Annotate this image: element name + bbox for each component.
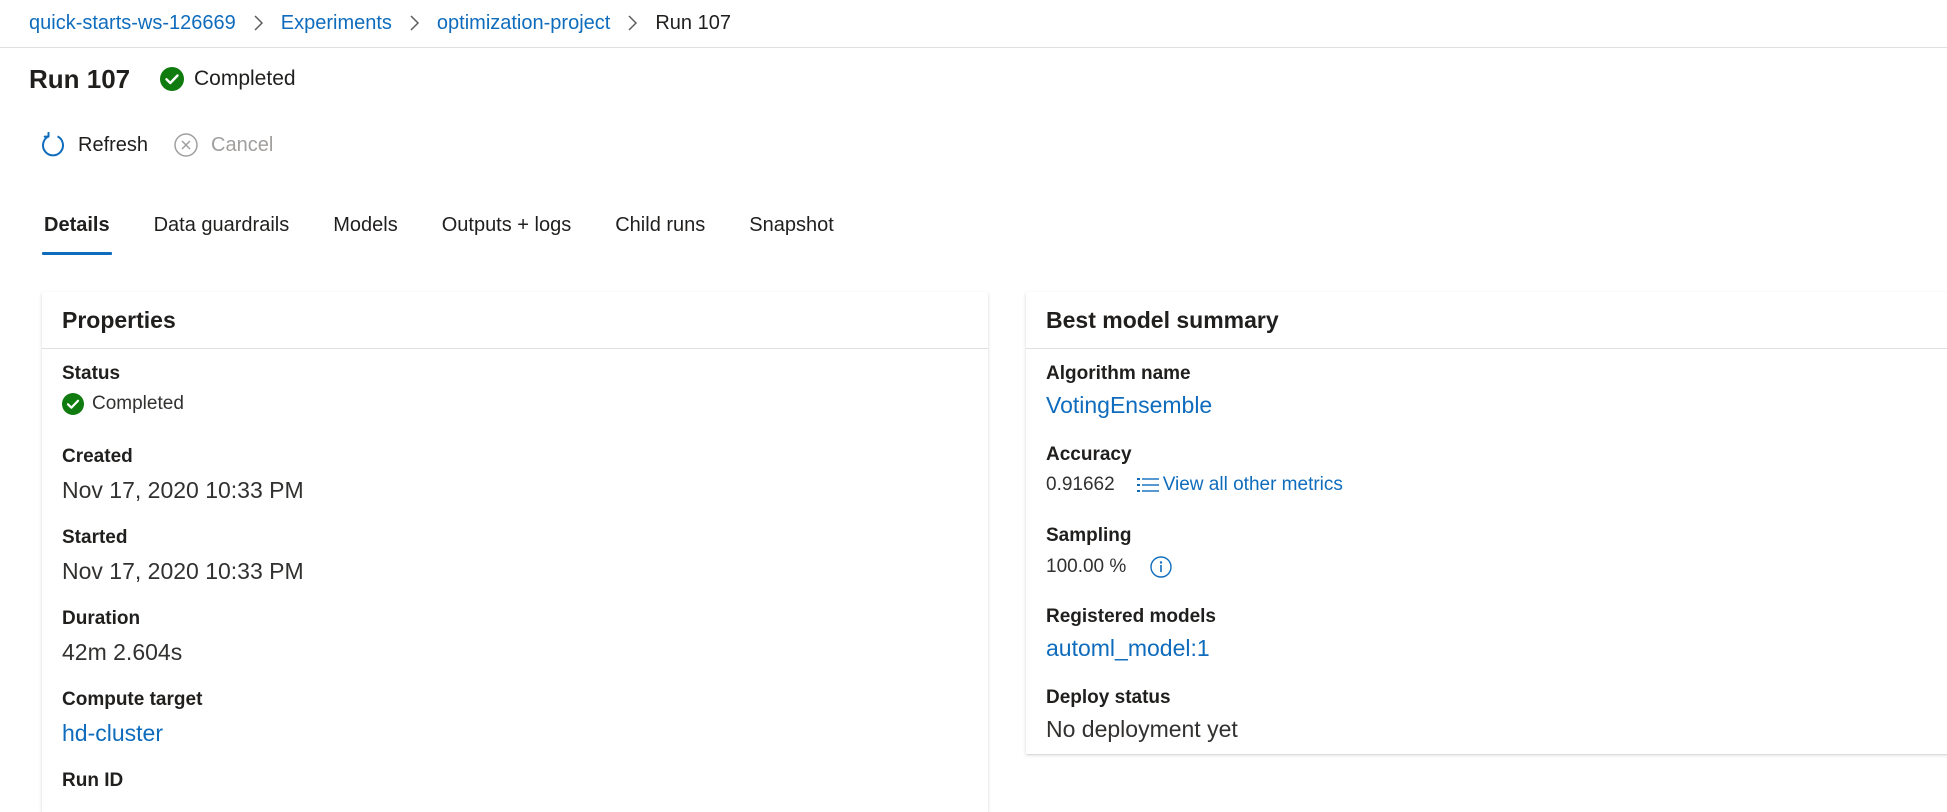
accuracy-row: 0.91662 View all other metrics <box>1046 474 1343 496</box>
deploy-status-label: Deploy status <box>1046 687 1171 708</box>
breadcrumb-experiments[interactable]: Experiments <box>281 12 392 35</box>
sampling-label: Sampling <box>1046 525 1132 546</box>
cancel-button[interactable]: Cancel <box>173 132 273 158</box>
sampling-value: 100.00 % <box>1046 556 1127 577</box>
properties-card: Properties Status Completed Created Nov … <box>42 292 988 812</box>
breadcrumb-workspace[interactable]: quick-starts-ws-126669 <box>29 12 236 35</box>
started-value: Nov 17, 2020 10:33 PM <box>62 558 304 584</box>
status-label: Status <box>62 363 121 384</box>
sampling-field: Sampling 100.00 % <box>1046 525 1172 578</box>
tab-outputs-logs[interactable]: Outputs + logs <box>442 214 572 255</box>
best-model-summary-card: Best model summary Algorithm name Voting… <box>1026 292 1947 754</box>
duration-value: 42m 2.604s <box>62 639 183 665</box>
check-circle-icon <box>160 67 184 91</box>
breadcrumb-current-run: Run 107 <box>655 11 731 34</box>
page-title: Run 107 <box>29 64 131 94</box>
view-metrics-link[interactable]: View all other metrics <box>1136 474 1343 496</box>
deploy-status-field: Deploy status No deployment yet <box>1046 687 1238 743</box>
algorithm-label: Algorithm name <box>1046 363 1191 384</box>
status-text: Completed <box>92 393 184 414</box>
tab-snapshot[interactable]: Snapshot <box>749 214 834 255</box>
accuracy-value: 0.91662 <box>1046 474 1115 495</box>
best-model-title: Best model summary <box>1026 292 1947 349</box>
accuracy-label: Accuracy <box>1046 444 1132 465</box>
run-tabs: Details Data guardrails Models Outputs +… <box>42 214 878 255</box>
tab-child-runs[interactable]: Child runs <box>615 214 705 255</box>
run-status-badge: Completed <box>160 67 296 91</box>
created-value: Nov 17, 2020 10:33 PM <box>62 477 304 503</box>
deploy-status-value: No deployment yet <box>1046 716 1238 742</box>
accuracy-field: Accuracy 0.91662 View all other metrics <box>1046 444 1343 496</box>
cancel-label: Cancel <box>211 133 274 156</box>
tab-models[interactable]: Models <box>333 214 397 255</box>
breadcrumb: quick-starts-ws-126669 Experiments optim… <box>29 9 731 37</box>
cancel-circle-icon <box>173 132 199 158</box>
info-icon[interactable] <box>1150 556 1172 578</box>
status-value: Completed <box>62 393 184 415</box>
tab-details[interactable]: Details <box>42 214 112 255</box>
list-icon <box>1136 477 1159 493</box>
registered-model-link[interactable]: automl_model:1 <box>1046 635 1216 662</box>
status-field: Status Completed <box>62 363 184 415</box>
breadcrumb-experiment[interactable]: optimization-project <box>437 12 610 35</box>
chevron-right-icon <box>409 15 420 31</box>
registered-models-field: Registered models automl_model:1 <box>1046 606 1216 662</box>
created-field: Created Nov 17, 2020 10:33 PM <box>62 446 304 504</box>
started-label: Started <box>62 527 128 548</box>
run-status-label: Completed <box>194 67 296 90</box>
check-circle-icon <box>62 393 84 415</box>
view-metrics-label: View all other metrics <box>1162 474 1343 495</box>
sampling-row: 100.00 % <box>1046 556 1172 578</box>
algorithm-link[interactable]: VotingEnsemble <box>1046 392 1212 419</box>
duration-label: Duration <box>62 608 141 629</box>
registered-models-label: Registered models <box>1046 606 1216 627</box>
properties-title: Properties <box>42 292 988 349</box>
algorithm-field: Algorithm name VotingEnsemble <box>1046 363 1212 419</box>
compute-target-field: Compute target hd-cluster <box>62 689 202 747</box>
header-divider <box>0 47 1947 48</box>
command-bar: Refresh Cancel <box>40 132 273 158</box>
compute-target-label: Compute target <box>62 689 203 710</box>
refresh-button[interactable]: Refresh <box>40 132 148 158</box>
duration-field: Duration 42m 2.604s <box>62 608 182 666</box>
refresh-icon <box>40 132 66 158</box>
refresh-label: Refresh <box>78 133 149 156</box>
chevron-right-icon <box>627 15 638 31</box>
tab-data-guardrails[interactable]: Data guardrails <box>154 214 290 255</box>
created-label: Created <box>62 446 133 467</box>
compute-target-link[interactable]: hd-cluster <box>62 720 202 747</box>
started-field: Started Nov 17, 2020 10:33 PM <box>62 527 304 585</box>
chevron-right-icon <box>253 15 264 31</box>
